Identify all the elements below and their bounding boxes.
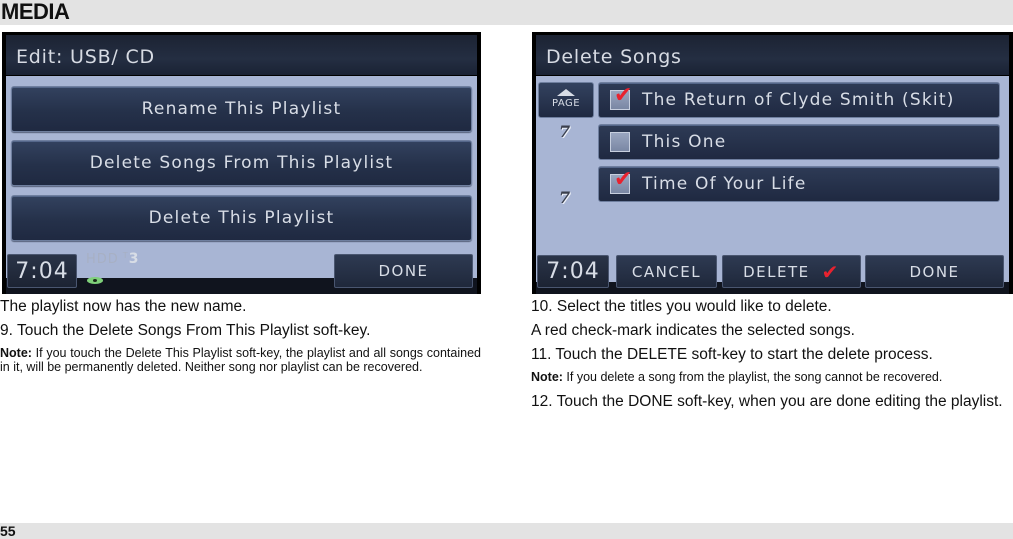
step-9: 9. Touch the Delete Songs From This Play… (0, 322, 371, 339)
note-text: If you delete a song from the playlist, … (562, 370, 943, 384)
song-title: The Return of Clyde Smith (Skit) (642, 90, 955, 110)
paragraph: The playlist now has the new name. (0, 298, 247, 315)
song-row[interactable]: ✔ The Return of Clyde Smith (Skit) (598, 82, 1000, 118)
red-checkmark-icon: ✔ (614, 167, 634, 192)
checkbox-checked[interactable]: ✔ (610, 169, 632, 194)
page-label: PAGE (551, 98, 581, 109)
checkbox-checked[interactable]: ✔ (610, 85, 632, 110)
rename-playlist-button[interactable]: Rename This Playlist (11, 86, 472, 132)
section-title: MEDIA (1, 0, 70, 24)
red-checkmark-icon: ✔ (614, 83, 634, 108)
menu-panel: Rename This Playlist Delete Songs From T… (6, 76, 477, 278)
done-button[interactable]: DONE (865, 255, 1004, 288)
done-button[interactable]: DONE (334, 254, 473, 288)
note: Note: If you delete a song from the play… (531, 370, 1013, 384)
note-label: Note: (0, 346, 32, 360)
paragraph: A red check-mark indicates the selected … (531, 322, 855, 339)
note-text: If you touch the Delete This Playlist so… (0, 346, 481, 374)
song-title: This One (642, 132, 727, 152)
note: Note: If you touch the Delete This Playl… (0, 346, 481, 374)
delete-button[interactable]: DELETE ✔ (722, 255, 861, 288)
delete-songs-from-playlist-button[interactable]: Delete Songs From This Playlist (11, 140, 472, 186)
section-header: MEDIA (0, 0, 1013, 25)
source-indicator: HDD T3 (86, 251, 139, 267)
screen-title: Edit: USB/ CD (6, 35, 477, 75)
note-label: Note: (531, 370, 563, 384)
clock: 7:04 (537, 255, 609, 288)
page-footer: 55 (0, 523, 1013, 539)
delete-playlist-button[interactable]: Delete This Playlist (11, 195, 472, 241)
song-title: Time Of Your Life (642, 174, 807, 194)
page-up-button[interactable]: PAGE (538, 82, 594, 118)
checkbox-unchecked[interactable] (610, 132, 630, 152)
step-11: 11. Touch the DELETE soft-key to start t… (531, 346, 933, 363)
step-12: 12. Touch the DONE soft-key, when you ar… (531, 393, 1003, 410)
clock: 7:04 (7, 254, 77, 288)
red-checkmark-icon: ✔ (821, 259, 840, 284)
scroll-indicator[interactable]: 7 (559, 188, 570, 207)
delete-songs-screen: Delete Songs PAGE 7 7 ✔ The Return of Cl… (532, 32, 1013, 294)
step-10: 10. Select the titles you would like to … (531, 298, 832, 315)
track-count: 3 (128, 251, 140, 267)
source-label: HDD (86, 252, 119, 267)
scroll-indicator[interactable]: 7 (559, 122, 570, 141)
screen-title: Delete Songs (536, 35, 1009, 75)
delete-label: DELETE (743, 262, 810, 281)
up-arrow-icon (557, 89, 575, 96)
page-number: 55 (0, 523, 16, 539)
disc-icon (87, 277, 103, 284)
song-row[interactable]: This One (598, 124, 1000, 160)
song-row[interactable]: ✔ Time Of Your Life (598, 166, 1000, 202)
left-instructions: The playlist now has the new name. 9. To… (0, 298, 481, 374)
edit-usb-cd-screen: Edit: USB/ CD Rename This Playlist Delet… (2, 32, 481, 294)
cancel-button[interactable]: CANCEL (616, 255, 717, 288)
right-instructions: 10. Select the titles you would like to … (531, 298, 1013, 411)
